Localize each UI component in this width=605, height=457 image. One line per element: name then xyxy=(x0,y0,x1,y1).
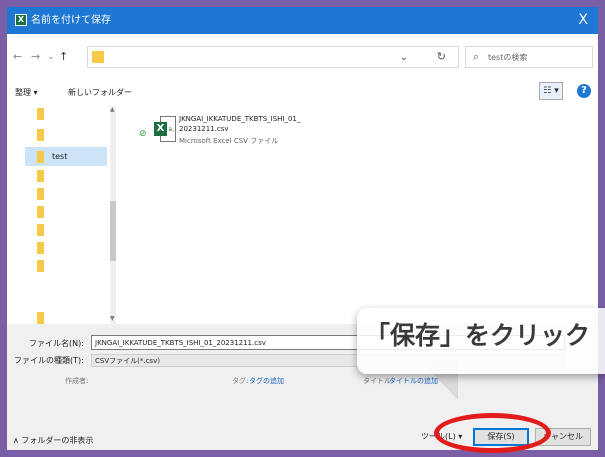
file-type: Microsoft Excel CSV ファイル xyxy=(179,137,279,145)
excel-app-icon: X xyxy=(15,14,27,26)
file-name-line2: 20231211.csv xyxy=(179,125,229,133)
filetype-value: CSVファイル(*.csv) xyxy=(95,357,160,365)
folder-icon[interactable] xyxy=(37,129,44,141)
navigation-bar: ← → ⌄ ↑ ⌄ ↻ ⌕ testの検索 xyxy=(7,34,598,78)
forward-arrow-icon[interactable]: → xyxy=(31,50,40,64)
folder-icon[interactable] xyxy=(37,170,44,182)
search-icon: ⌕ xyxy=(473,50,480,63)
scroll-down-icon[interactable]: ▼ xyxy=(110,315,115,323)
nav-item-label: test xyxy=(52,152,68,161)
address-chevron-down-icon[interactable]: ⌄ xyxy=(400,51,408,65)
address-bar[interactable]: ⌄ ↻ xyxy=(87,46,459,68)
add-tag-link[interactable]: タグの追加 xyxy=(249,376,284,386)
folder-icon[interactable] xyxy=(37,312,44,324)
close-button[interactable]: X xyxy=(578,11,588,29)
excel-csv-file-icon: a, X xyxy=(154,116,176,142)
folder-icon xyxy=(37,151,44,163)
folder-icon xyxy=(92,51,104,63)
recent-locations-chevron-icon[interactable]: ⌄ xyxy=(47,50,55,64)
organize-menu[interactable]: 整理 ▾ xyxy=(15,87,38,98)
refresh-icon[interactable]: ↻ xyxy=(437,50,446,64)
folder-icon[interactable] xyxy=(37,206,44,218)
save-highlight-ring xyxy=(434,413,551,453)
command-bar: 整理 ▾ 新しいフォルダー ☷ ▾ ? xyxy=(7,78,598,106)
new-folder-button[interactable]: 新しいフォルダー xyxy=(68,87,132,98)
nav-scrollbar[interactable]: ▲ ▼ xyxy=(110,106,116,324)
up-arrow-icon[interactable]: ↑ xyxy=(59,50,68,64)
folder-icon[interactable] xyxy=(37,108,44,120)
scroll-thumb[interactable] xyxy=(110,201,116,261)
dialog-title: 名前を付けて保存 xyxy=(31,15,111,26)
folder-icon[interactable] xyxy=(37,224,44,236)
folder-icon[interactable] xyxy=(37,188,44,200)
search-box[interactable]: ⌕ testの検索 xyxy=(465,46,593,68)
title-bar: X 名前を付けて保存 X xyxy=(7,7,598,34)
hide-folders-button[interactable]: ∧ フォルダーの非表示 xyxy=(13,435,93,446)
sync-status-icon: ⊘ xyxy=(139,129,147,139)
help-icon[interactable]: ? xyxy=(577,84,591,98)
file-list: ⊘ a, X JKNGAI_IKKATUDE_TKBTS_ISHI_01_ 20… xyxy=(119,106,598,324)
filetype-label: ファイルの種類(T): xyxy=(14,356,84,365)
author-label: 作成者: xyxy=(65,377,89,385)
tags-label: タグ: xyxy=(232,377,249,385)
view-options-button[interactable]: ☷ ▾ xyxy=(539,82,563,100)
folder-icon[interactable] xyxy=(37,260,44,272)
search-placeholder[interactable]: testの検索 xyxy=(488,52,527,63)
callout-text: 「保存」をクリック xyxy=(365,321,591,350)
filename-label: ファイル名(N): xyxy=(29,339,84,348)
back-arrow-icon[interactable]: ← xyxy=(13,50,22,64)
scroll-up-icon[interactable]: ▲ xyxy=(110,106,115,114)
nav-item-test[interactable]: test xyxy=(25,147,107,166)
instruction-callout: 「保存」をクリック xyxy=(357,308,605,374)
navigation-pane: test ▲ ▼ xyxy=(25,106,116,324)
save-as-dialog: X 名前を付けて保存 X ← → ⌄ ↑ ⌄ ↻ ⌕ testの検索 整理 ▾ … xyxy=(7,7,598,450)
folder-icon[interactable] xyxy=(37,242,44,254)
filename-value: JKNGAI_IKKATUDE_TKBTS_ISHI_01_20231211.c… xyxy=(95,339,266,347)
file-name-line1: JKNGAI_IKKATUDE_TKBTS_ISHI_01_ xyxy=(179,115,301,123)
